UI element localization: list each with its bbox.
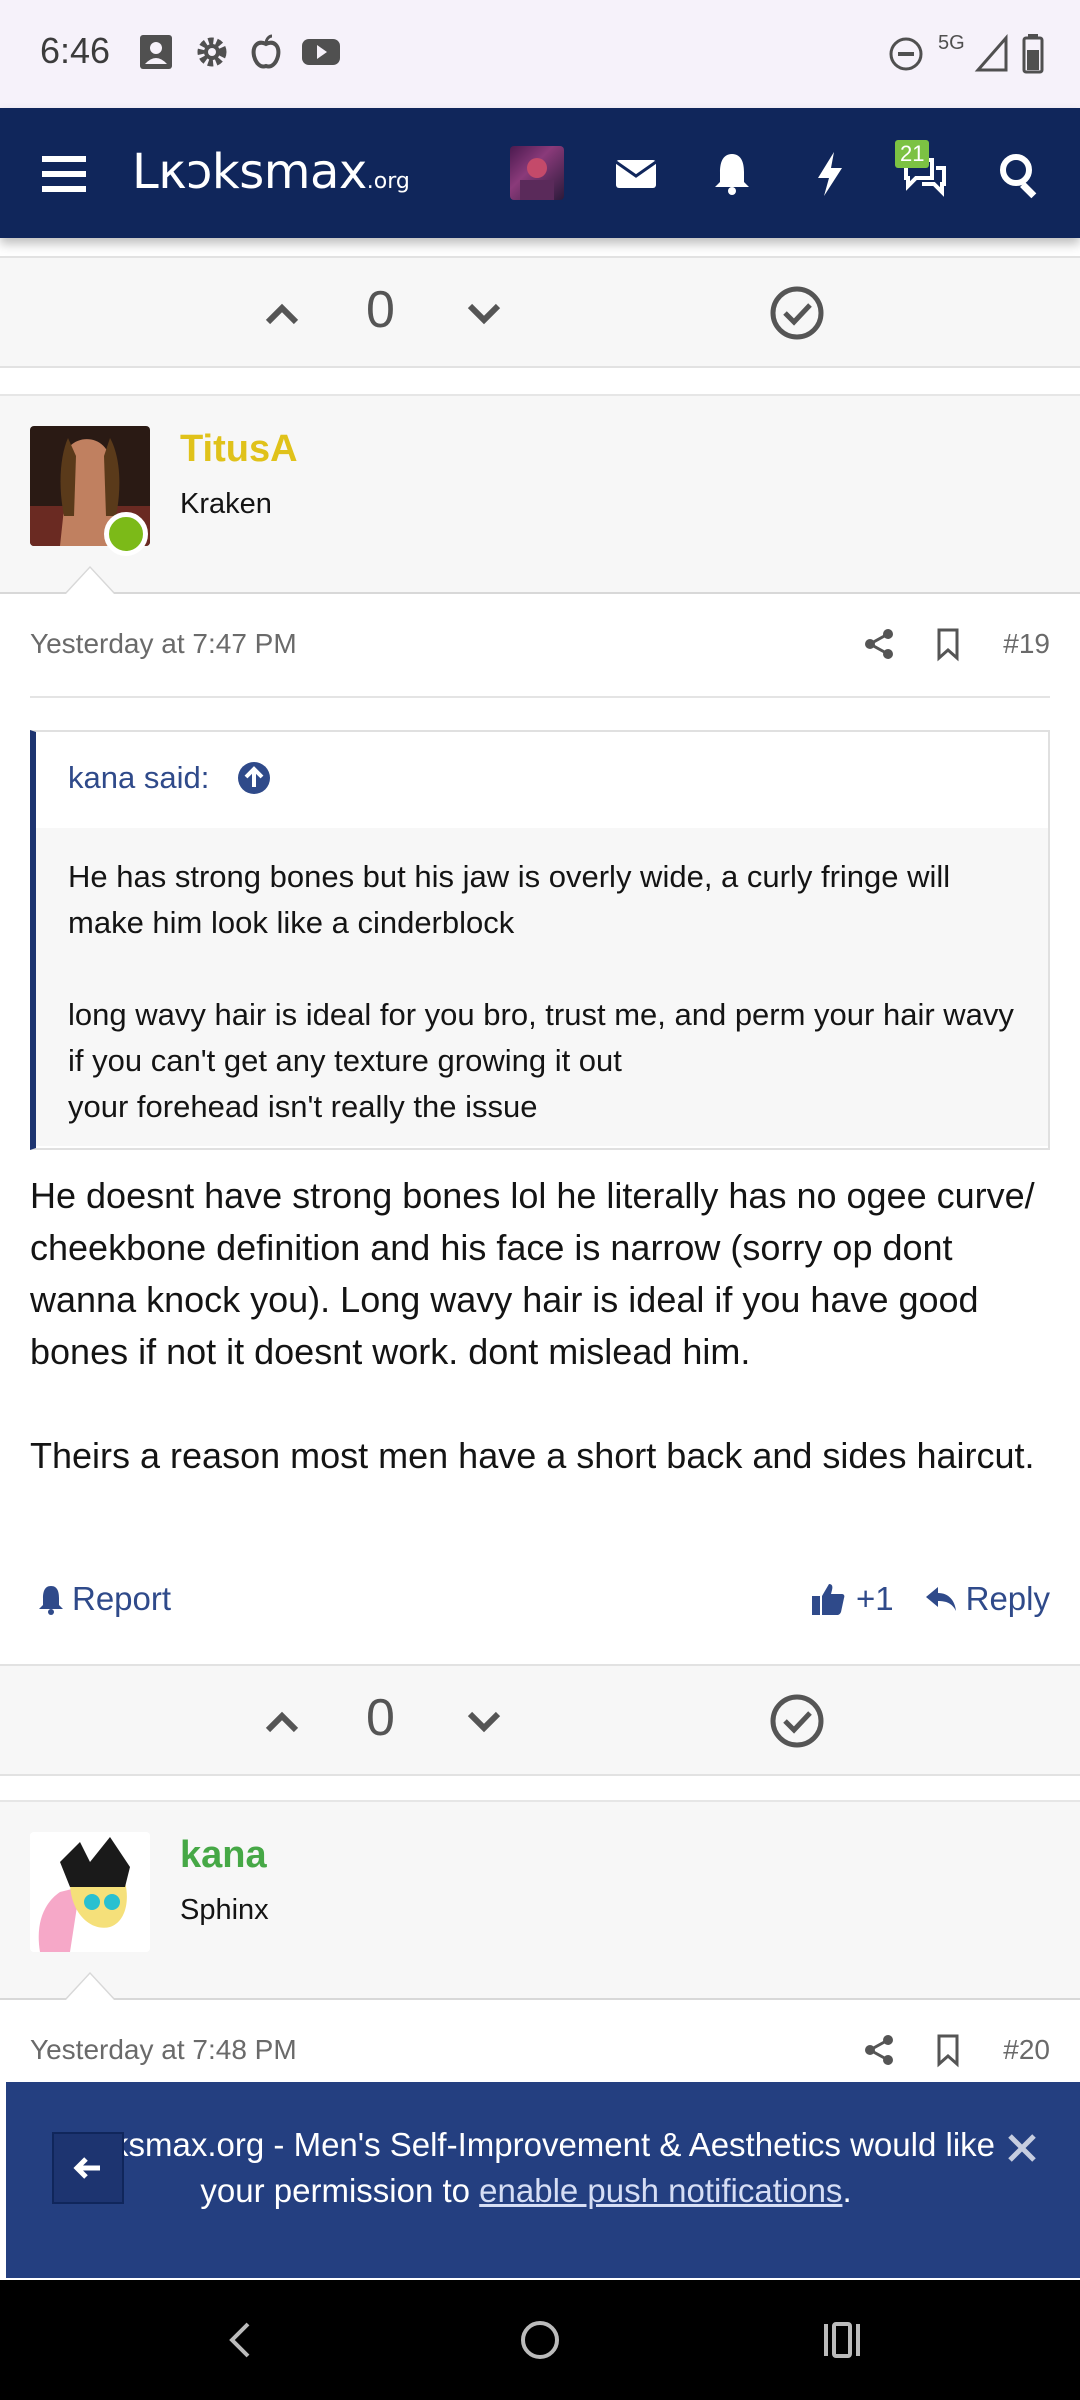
quote-body: He has strong bones but his jaw is overl…: [36, 828, 1048, 1146]
online-indicator: [104, 512, 148, 556]
quote-author[interactable]: kana said:: [68, 760, 209, 796]
solution-check-icon[interactable]: [768, 1692, 826, 1750]
post-number[interactable]: #20: [1003, 2034, 1050, 2066]
vote-bar: 0: [0, 1664, 1080, 1776]
header-pointer: [66, 568, 114, 594]
thumbs-up-icon: [812, 1584, 845, 1615]
battery-icon: [1022, 34, 1044, 74]
vote-count: 0: [366, 1689, 395, 1747]
post-meta: Yesterday at 7:48 PM #20: [30, 2022, 1050, 2082]
report-button[interactable]: Report: [36, 1580, 171, 1618]
username[interactable]: TitusA: [180, 428, 298, 471]
contact-card-icon: [140, 35, 172, 69]
post-user-header: kana Sphinx: [0, 1800, 1080, 2000]
vote-bar: 0: [0, 256, 1080, 368]
header-pointer: [66, 1974, 114, 2000]
system-navigation-bar: [0, 2280, 1080, 2400]
username[interactable]: kana: [180, 1834, 267, 1877]
lightning-icon[interactable]: [802, 146, 858, 202]
reply-icon: [925, 1587, 956, 1611]
account-avatar-image: [520, 158, 554, 200]
like-count: +1: [856, 1580, 894, 1617]
upvote-icon[interactable]: [262, 1702, 302, 1742]
network-label: 5G: [938, 32, 965, 54]
upvote-icon[interactable]: [262, 294, 302, 334]
logo-suffix: .org: [366, 169, 410, 194]
search-icon[interactable]: [992, 146, 1048, 202]
close-icon[interactable]: [1004, 2130, 1040, 2166]
quote-paragraph: He has strong bones but his jaw is overl…: [68, 859, 951, 940]
envelope-icon[interactable]: [608, 146, 664, 202]
user-title: Kraken: [180, 488, 272, 520]
post-date[interactable]: Yesterday at 7:48 PM: [30, 2034, 297, 2066]
post-user-header: TitusA Kraken: [0, 394, 1080, 594]
youtube-icon: [302, 39, 340, 65]
avatar-image: [30, 1832, 150, 1952]
user-title: Sphinx: [180, 1894, 269, 1926]
avatar[interactable]: [30, 1832, 150, 1952]
reply-label: Reply: [965, 1580, 1050, 1617]
jump-to-quote-icon[interactable]: [236, 760, 272, 796]
bell-icon: [39, 1586, 63, 1615]
enable-push-link[interactable]: enable push notifications: [479, 2172, 842, 2209]
push-message: Looksmax.org - Men's Self-Improvement & …: [46, 2122, 1006, 2214]
hamburger-menu-icon[interactable]: [36, 146, 92, 202]
share-icon[interactable]: [862, 626, 898, 662]
post-number[interactable]: #19: [1003, 628, 1050, 660]
vote-count: 0: [366, 281, 395, 339]
divider: [30, 696, 1050, 698]
quote-block: kana said: He has strong bones but his j…: [30, 730, 1050, 1150]
status-bar: 6:46 5G: [0, 0, 1080, 108]
like-button[interactable]: +1: [810, 1580, 894, 1618]
share-icon[interactable]: [862, 2032, 898, 2068]
do-not-disturb-icon: [889, 37, 923, 71]
downvote-icon[interactable]: [464, 294, 504, 334]
post-date[interactable]: Yesterday at 7:47 PM: [30, 628, 297, 660]
signal-icon: [974, 34, 1008, 72]
quote-paragraph: long wavy hair is ideal for you bro, tru…: [68, 997, 1014, 1124]
post-paragraph: Theirs a reason most men have a short ba…: [30, 1435, 1035, 1476]
gear-icon: [197, 37, 227, 67]
downvote-icon[interactable]: [464, 1702, 504, 1742]
report-label: Report: [72, 1580, 172, 1617]
back-button[interactable]: [52, 2132, 124, 2204]
bookmark-icon[interactable]: [930, 626, 966, 662]
solution-check-icon[interactable]: [768, 284, 826, 342]
post-meta: Yesterday at 7:47 PM #19: [30, 616, 1050, 676]
post-body: He doesnt have strong bones lol he liter…: [30, 1170, 1050, 1482]
apple-icon: [251, 34, 281, 69]
arrow-left-icon: [73, 2157, 100, 2179]
status-time: 6:46: [40, 30, 111, 71]
top-navbar: Lκɔksmax.org 21: [0, 108, 1080, 238]
bookmark-icon[interactable]: [930, 2032, 966, 2068]
conversations-badge: 21: [895, 140, 930, 168]
logo-main: Lκɔksmax: [132, 144, 367, 200]
reply-button[interactable]: Reply: [924, 1580, 1050, 1618]
site-logo[interactable]: Lκɔksmax.org: [132, 144, 410, 200]
push-notification-banner: Looksmax.org - Men's Self-Improvement & …: [6, 2082, 1080, 2278]
bell-icon[interactable]: [704, 146, 760, 202]
push-message-end: .: [842, 2172, 852, 2209]
account-avatar[interactable]: [510, 146, 564, 200]
post-paragraph: He doesnt have strong bones lol he liter…: [30, 1175, 1035, 1372]
quote-header: kana said:: [36, 732, 1048, 828]
recents-nav-icon[interactable]: [814, 2312, 870, 2368]
back-nav-icon[interactable]: [214, 2312, 270, 2368]
post-actions: Report +1 Reply: [30, 1570, 1050, 1630]
home-nav-icon[interactable]: [512, 2312, 568, 2368]
